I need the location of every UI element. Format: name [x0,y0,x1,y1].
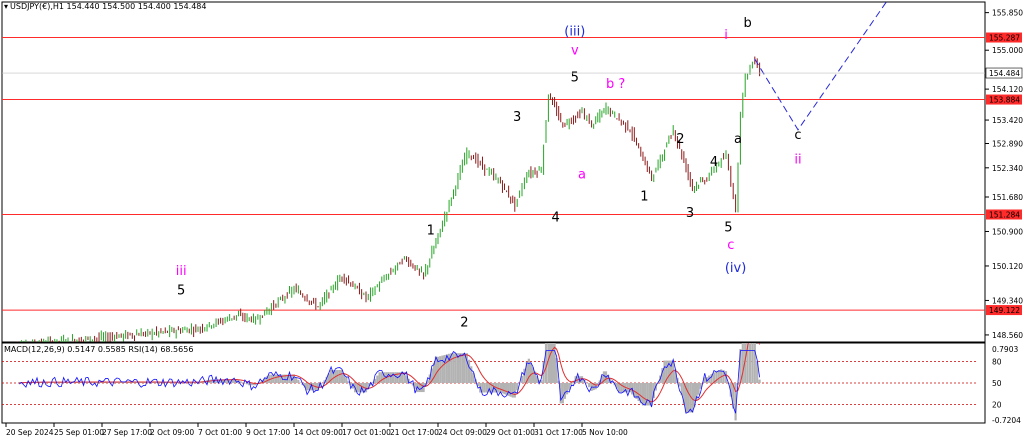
y-tick-label: 151.680 [992,193,1023,202]
y-tick-label: 148.560 [992,331,1023,340]
indicator-tick-label: 50 [992,379,1002,388]
level-badge-label: 149.122 [989,306,1020,315]
wave-label: c [794,128,801,143]
x-tick-label: 7 Oct 01:00 [198,428,242,437]
wave-label: (iii) [564,25,585,40]
x-tick-label: 31 Oct 17:00 [534,428,583,437]
symbol-header: ▾ USDJPY(€),H1 154.440 154.500 154.400 15… [4,2,206,11]
x-tick-label: 9 Oct 17:00 [246,428,290,437]
wave-label: b [743,16,751,31]
level-badge-label: 155.287 [989,34,1020,43]
wave-label: a [734,132,742,147]
y-tick-label: 149.340 [992,296,1023,305]
x-tick-label: 14 Oct 09:00 [294,428,343,437]
wave-label: 2 [676,132,684,147]
wave-label: 4 [710,155,718,170]
x-tick-label: 24 Oct 09:00 [438,428,487,437]
x-tick-label: 5 Nov 10:00 [582,428,628,437]
y-tick-label: 154.120 [992,85,1023,94]
y-tick-label: 155.000 [992,46,1023,55]
y-tick-label: 152.340 [992,164,1023,173]
wave-label: a [578,167,586,182]
x-tick-label: 21 Oct 17:00 [390,428,439,437]
candles-group [16,56,761,342]
y-tick-label: 150.900 [992,227,1023,236]
wave-label: 1 [640,190,648,205]
wave-label: 4 [551,211,559,226]
indicator-tick-label: 20 [992,401,1002,410]
chart-window[interactable]: iii 5 1 2 3 4 (iii) v 5 a b ? 2 1 3 4 5 c (iv) i b a c ii 148.5… [0,0,1024,441]
y-tick-label: 155.850 [992,9,1023,18]
wave-label: ii [794,152,801,167]
wave-label: 3 [513,110,521,125]
x-tick-label: 17 Oct 01:00 [342,428,391,437]
level-badge-label: 153.884 [989,96,1020,105]
wave-label: 5 [724,220,732,235]
wave-label: b ? [606,77,625,92]
projection-line [754,0,889,131]
triangle-down-icon[interactable]: ▾ [4,2,8,11]
indicator-tick-label: 0.7903 [992,345,1018,354]
x-tick-label: 20 Sep 2024 [6,428,54,437]
wave-label: 5 [177,283,185,298]
y-tick-label: 153.420 [992,116,1023,125]
x-tick-label: 2 Oct 09:00 [150,428,194,437]
symbol-line: USDJPY(€),H1 154.440 154.500 154.400 154… [10,2,207,11]
current-price-label: 154.484 [989,69,1020,78]
indicator-tick-label: 80 [992,357,1002,366]
x-tick-label: 25 Sep 01:00 [54,428,104,437]
y-tick-label: 152.890 [992,139,1023,148]
wave-label: 2 [460,316,468,331]
wave-label: iii [176,264,187,279]
wave-label: 3 [686,206,694,221]
price-chart[interactable]: iii51234(iii)v5ab ?21345c(iv)iba cii148.5… [0,0,1024,441]
wave-label: v [571,44,579,59]
x-tick-label: 27 Sep 17:00 [102,428,152,437]
level-badge-label: 151.284 [989,210,1020,219]
y-tick-label: 150.120 [992,262,1023,271]
wave-label: c [727,238,734,253]
wave-label: i [724,28,728,43]
x-tick-label: 29 Oct 01:00 [486,428,535,437]
wave-label: 1 [427,224,435,239]
wave-label: (iv) [725,261,746,276]
indicator-header: MACD(12,26,9) 0.5147 0.5585 RSI(14) 68.5… [4,345,194,354]
indicator-tick-label: -0.7204 [992,416,1021,425]
